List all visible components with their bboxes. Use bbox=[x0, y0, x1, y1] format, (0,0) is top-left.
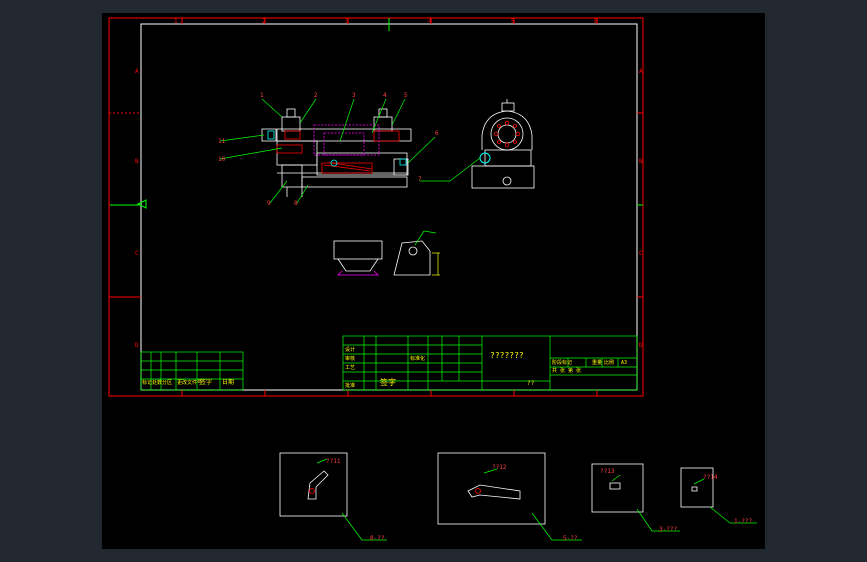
process-label: 工艺 bbox=[345, 365, 355, 371]
main-assembly-hidden bbox=[313, 124, 380, 156]
main-assembly-highlights bbox=[267, 130, 407, 167]
zone-number-6: 6 bbox=[594, 18, 598, 25]
balloon-3: 3 bbox=[352, 92, 356, 99]
balloon-11: 11 bbox=[218, 138, 226, 145]
balloon-9: 9 bbox=[267, 200, 271, 207]
detail-labels: 8-?? 5-?? 3-??? 1-??? ??11 ??12 ??13 ??1… bbox=[326, 458, 752, 542]
balloon-6: 6 bbox=[435, 130, 439, 137]
center-mark-left bbox=[136, 199, 147, 209]
detail-1-note: ??11 bbox=[326, 458, 341, 465]
lower-part-dimensions bbox=[414, 230, 440, 276]
signature-label: 签字 bbox=[380, 377, 396, 387]
zone-letter-d-right: D bbox=[639, 342, 643, 349]
lower-part-left bbox=[333, 240, 383, 276]
zone-letter-c-right: C bbox=[639, 250, 643, 257]
side-view-holes bbox=[493, 120, 521, 148]
rev-label-3: 分区 bbox=[162, 379, 172, 386]
zone-number-1: 1 bbox=[174, 18, 178, 25]
cad-drawing: A B C D A B C D 1 2 3 4 5 6 1 2 3 4 5 6 … bbox=[108, 17, 757, 542]
detail-leaders bbox=[316, 458, 757, 541]
review-label: 审核 bbox=[345, 355, 355, 362]
zone-letter-a-right: A bbox=[639, 68, 643, 75]
cad-viewport[interactable]: A B C D A B C D 1 2 3 4 5 6 1 2 3 4 5 6 … bbox=[102, 13, 765, 549]
detail-2-note: ??12 bbox=[492, 464, 507, 471]
drawing-title: ??????? bbox=[490, 351, 524, 360]
lower-part-right bbox=[393, 240, 431, 276]
inner-border bbox=[140, 23, 638, 391]
detail-2-leader: 5-?? bbox=[563, 535, 578, 542]
rev-label-2: 处数 bbox=[152, 379, 162, 386]
balloon-7: 7 bbox=[418, 176, 422, 183]
ratio-label: 比例 bbox=[604, 359, 614, 366]
weight-label: 重量 bbox=[592, 359, 602, 366]
title-block-text: ??????? ?? 签字 日期 签字 标记 处数 分区 更改文件号 设计 审核… bbox=[142, 346, 627, 389]
balloon-1: 1 bbox=[260, 92, 264, 99]
detail-4-note: ??14 bbox=[703, 474, 718, 481]
detail-3-leader: 3-??? bbox=[659, 526, 677, 533]
zone-letter-d: D bbox=[135, 342, 139, 349]
rev-label-1: 标记 bbox=[142, 379, 152, 386]
balloon-8: 8 bbox=[294, 200, 298, 207]
zone-number-4: 4 bbox=[428, 18, 432, 25]
main-assembly-sections bbox=[276, 130, 400, 174]
zone-number-5: 5 bbox=[511, 18, 515, 25]
zone-number-3: 3 bbox=[345, 18, 349, 25]
side-view bbox=[471, 99, 535, 189]
zone-letter-a: A bbox=[135, 68, 139, 75]
zone-letter-b-right: B bbox=[639, 158, 643, 165]
date-label: 日期 bbox=[222, 378, 234, 386]
balloon-2: 2 bbox=[314, 92, 318, 99]
std-label: 标准化 bbox=[410, 355, 425, 362]
sheet-label: 共 张 第 张 bbox=[552, 367, 581, 374]
scale-label: ?? bbox=[527, 380, 535, 387]
balloon-5: 5 bbox=[404, 92, 408, 99]
design-label: 设计 bbox=[345, 346, 355, 353]
ratio-value: A3 bbox=[621, 360, 627, 366]
detail-3-note: ??13 bbox=[600, 468, 615, 475]
balloon-10: 10 bbox=[218, 156, 226, 163]
balloon-4: 4 bbox=[383, 92, 387, 99]
zone-letter-c: C bbox=[135, 250, 139, 257]
balloon-numbers: 1 2 3 4 5 6 7 8 9 10 11 bbox=[218, 92, 439, 207]
approve-label: 批准 bbox=[345, 382, 355, 389]
detail-1-leader: 8-?? bbox=[370, 535, 385, 542]
rev-label-4: 更改文件号 bbox=[177, 379, 202, 386]
zone-letter-b: B bbox=[135, 158, 139, 165]
zone-number-2: 2 bbox=[262, 18, 266, 25]
zone-letters: A B C D A B C D 1 2 3 4 5 6 bbox=[135, 18, 643, 349]
detail-4-leader: 1-??? bbox=[734, 518, 752, 525]
stage-label: 阶段标记 bbox=[552, 359, 572, 366]
